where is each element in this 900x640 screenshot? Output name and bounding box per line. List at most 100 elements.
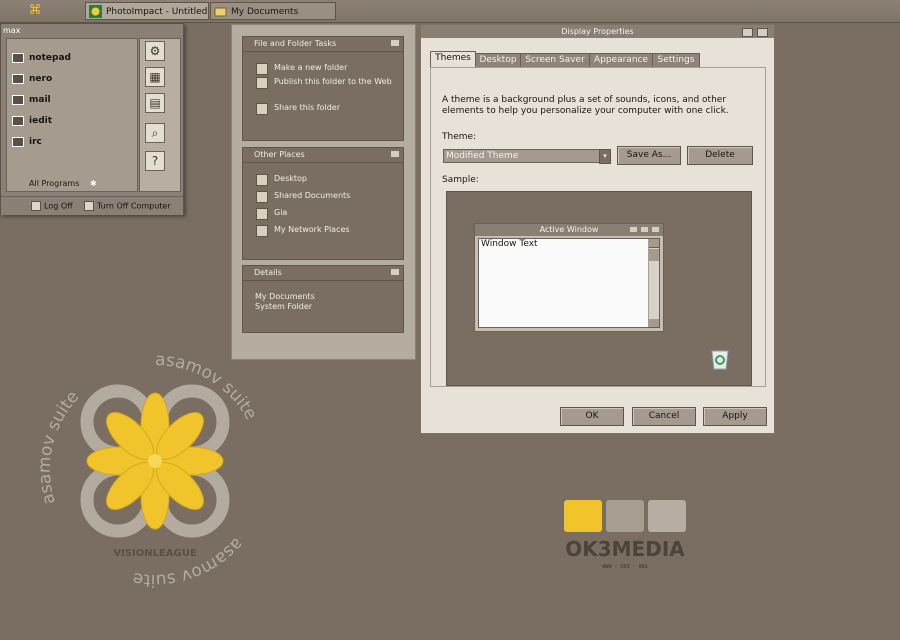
close-icon bbox=[652, 227, 659, 232]
collapse-icon[interactable] bbox=[391, 40, 399, 46]
task-new-folder[interactable]: Make a new folder bbox=[243, 62, 403, 76]
start-menu: max notepad nero mail iedit irc All Prog… bbox=[0, 23, 184, 215]
start-menu-item-mail[interactable]: mail bbox=[12, 93, 51, 107]
group-body: My Documents System Folder bbox=[242, 281, 404, 333]
folder-icon bbox=[256, 191, 268, 203]
search-icon[interactable]: ⌕ bbox=[145, 123, 165, 143]
start-menu-item-iedit[interactable]: iedit bbox=[12, 114, 52, 128]
theme-dropdown[interactable]: Modified Theme bbox=[443, 149, 601, 163]
start-menu-item-nero[interactable]: nero bbox=[12, 72, 52, 86]
group-header[interactable]: File and Folder Tasks bbox=[242, 36, 404, 52]
task-publish-web[interactable]: Publish this folder to the Web bbox=[243, 76, 403, 102]
taskbar-button-label: PhotoImpact - Untitled ... bbox=[106, 7, 209, 17]
details-type: System Folder bbox=[255, 302, 313, 311]
svg-text:asamov suite: asamov suite bbox=[35, 387, 83, 506]
taskbar-button-my-documents[interactable]: My Documents bbox=[210, 2, 336, 20]
collapse-icon[interactable] bbox=[391, 151, 399, 157]
place-shared-documents[interactable]: Shared Documents bbox=[243, 190, 403, 207]
delete-button[interactable]: Delete bbox=[687, 146, 753, 165]
brand-url-text: WWW - OK3 - ORG bbox=[602, 564, 647, 570]
scrollbar bbox=[648, 239, 659, 327]
new-folder-icon bbox=[256, 63, 268, 75]
desktop-icon bbox=[256, 174, 268, 186]
tab-themes[interactable]: Themes bbox=[430, 51, 476, 68]
close-button[interactable] bbox=[757, 28, 768, 37]
folder-icon bbox=[256, 208, 268, 220]
all-programs-arrow-icon: ✱ bbox=[89, 179, 97, 188]
group-body: Desktop Shared Documents Gia My Network … bbox=[242, 163, 404, 260]
brand-text: OK3MEDIA bbox=[565, 537, 685, 561]
start-button[interactable]: ⌘ bbox=[18, 3, 52, 19]
program-icon bbox=[12, 53, 24, 63]
tab-settings[interactable]: Settings bbox=[652, 53, 700, 68]
sample-active-window: Active Window Window Text bbox=[474, 223, 664, 332]
group-header[interactable]: Other Places bbox=[242, 147, 404, 163]
sample-preview: Active Window Window Text bbox=[446, 191, 752, 386]
collapse-icon[interactable] bbox=[391, 269, 399, 275]
place-desktop[interactable]: Desktop bbox=[243, 173, 403, 190]
turn-off-button[interactable]: Turn Off Computer bbox=[84, 201, 171, 211]
power-icon bbox=[84, 201, 94, 211]
vision-league-text: VISIONLEAGUE bbox=[113, 548, 197, 559]
program-icon bbox=[12, 116, 24, 126]
display-properties-dialog: Display Properties Themes Desktop Screen… bbox=[420, 24, 775, 434]
details-name: My Documents bbox=[255, 292, 315, 301]
minimize-icon bbox=[630, 227, 637, 232]
ok-button[interactable]: OK bbox=[560, 407, 624, 426]
start-menu-item-irc[interactable]: irc bbox=[12, 135, 42, 149]
sample-window-body: Window Text bbox=[478, 238, 660, 328]
globe-icon bbox=[256, 77, 268, 89]
start-menu-item-notepad[interactable]: notepad bbox=[12, 51, 71, 65]
chevron-down-icon[interactable]: ▾ bbox=[599, 149, 611, 164]
tab-screen-saver[interactable]: Screen Saver bbox=[520, 53, 590, 68]
control-panel-icon[interactable]: ⚙ bbox=[145, 41, 165, 61]
asamov-suite-logo: asamov suite asamov suite asamov suite V… bbox=[30, 340, 280, 600]
minimize-button[interactable] bbox=[742, 28, 753, 37]
scroll-up-icon bbox=[649, 239, 659, 248]
tab-desktop[interactable]: Desktop bbox=[475, 53, 521, 68]
circle-text: asamov suite bbox=[155, 350, 261, 423]
circle-text: asamov suite bbox=[35, 387, 83, 506]
svg-text:asamov suite: asamov suite bbox=[155, 350, 261, 423]
network-icon bbox=[256, 225, 268, 237]
start-menu-footer: Log Off Turn Off Computer bbox=[1, 196, 183, 215]
cancel-button[interactable]: Cancel bbox=[632, 407, 696, 426]
help-icon[interactable]: ? bbox=[145, 151, 165, 171]
photoimpact-icon bbox=[89, 5, 102, 18]
themes-panel: A theme is a background plus a set of so… bbox=[430, 67, 766, 387]
program-icon bbox=[12, 74, 24, 84]
scroll-down-icon bbox=[649, 319, 659, 327]
theme-label: Theme: bbox=[442, 132, 477, 142]
taskbar-button-photoimpact[interactable]: PhotoImpact - Untitled ... bbox=[85, 2, 209, 20]
start-menu-places-list: ⚙ ▦ ▤ ⌕ ? bbox=[139, 38, 181, 192]
taskbar: ⌘ PhotoImpact - Untitled ... My Document… bbox=[0, 0, 900, 23]
tab-appearance[interactable]: Appearance bbox=[589, 53, 653, 68]
program-icon bbox=[12, 95, 24, 105]
task-share-folder[interactable]: Share this folder bbox=[243, 102, 403, 116]
log-off-button[interactable]: Log Off bbox=[31, 201, 73, 211]
details-group: Details My Documents System Folder bbox=[242, 265, 404, 333]
all-programs-button[interactable]: All Programs ✱ bbox=[29, 179, 97, 188]
my-computer-icon[interactable]: ▦ bbox=[145, 67, 165, 87]
user-name: max bbox=[3, 26, 21, 35]
sample-window-title: Active Window bbox=[475, 224, 663, 236]
place-gia[interactable]: Gia bbox=[243, 207, 403, 224]
circle-text: asamov suite bbox=[131, 534, 247, 590]
place-network[interactable]: My Network Places bbox=[243, 224, 403, 241]
save-as-button[interactable]: Save As... bbox=[617, 146, 681, 165]
group-header[interactable]: Details bbox=[242, 265, 404, 281]
explorer-task-pane: File and Folder Tasks Make a new folder … bbox=[231, 24, 416, 360]
apply-button[interactable]: Apply bbox=[703, 407, 767, 426]
theme-description: A theme is a background plus a set of so… bbox=[442, 95, 729, 116]
scroll-thumb bbox=[649, 249, 659, 261]
share-icon bbox=[256, 103, 268, 115]
maximize-icon bbox=[641, 227, 648, 232]
start-menu-pinned-list: notepad nero mail iedit irc All Programs… bbox=[6, 38, 138, 192]
dialog-title: Display Properties bbox=[421, 25, 774, 38]
recycle-bin-icon bbox=[709, 347, 731, 374]
folder-icon bbox=[214, 5, 227, 18]
svg-text:asamov suite: asamov suite bbox=[131, 534, 247, 590]
group-body: Make a new folder Publish this folder to… bbox=[242, 52, 404, 141]
program-icon bbox=[12, 137, 24, 147]
documents-icon[interactable]: ▤ bbox=[145, 93, 165, 113]
